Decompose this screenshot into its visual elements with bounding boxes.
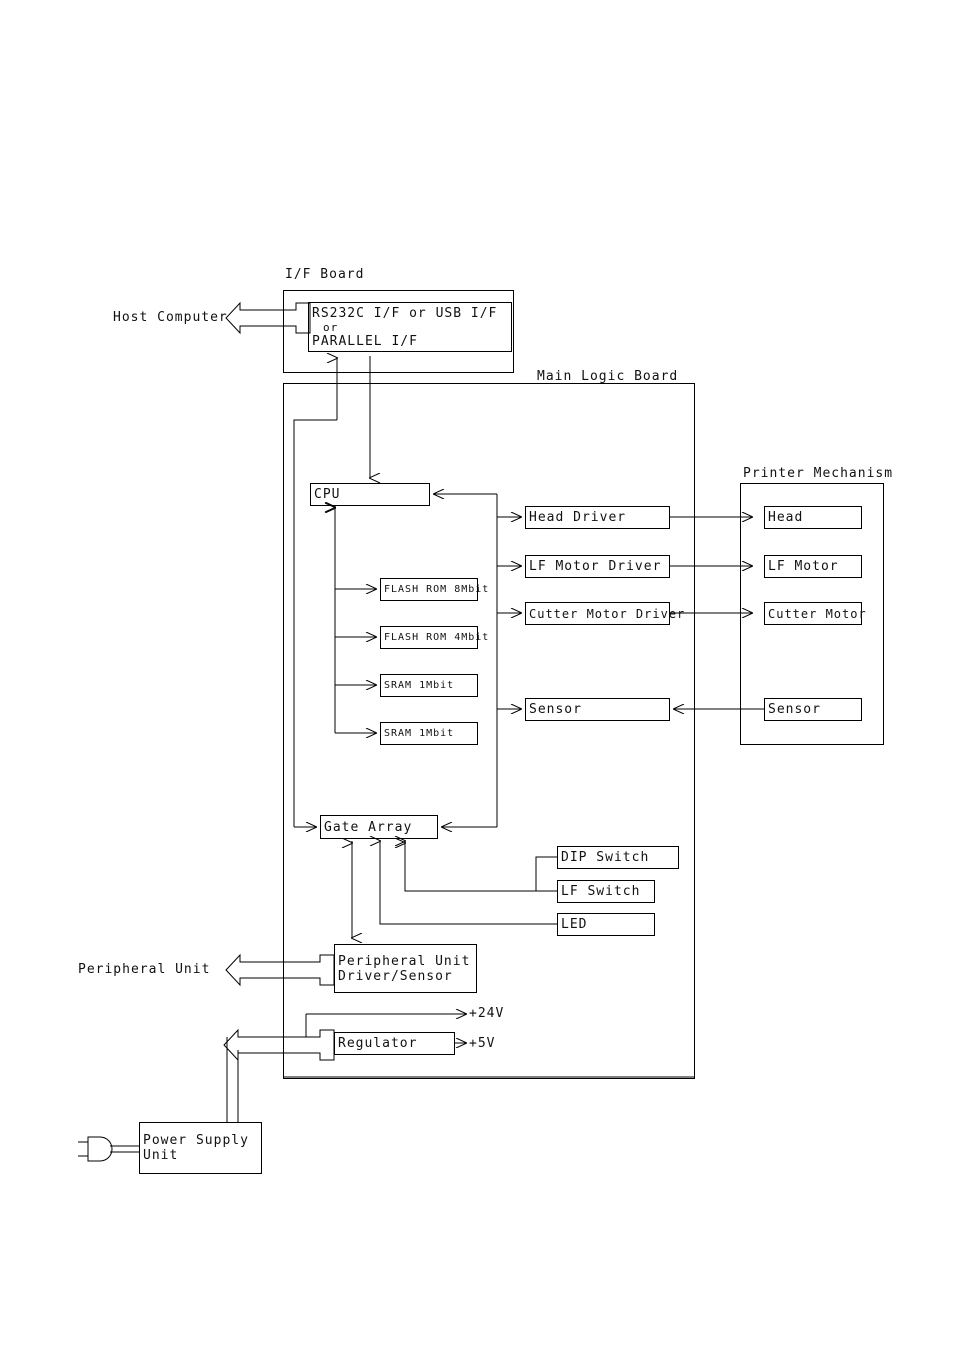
peripheral-driver-line-2: Driver/Sensor bbox=[338, 968, 453, 984]
if-board-label: I/F Board bbox=[285, 267, 365, 282]
driver-block-head[interactable]: Head Driver bbox=[525, 506, 670, 529]
cpu-block[interactable]: CPU bbox=[310, 483, 430, 506]
peripheral-unit-label: Peripheral Unit bbox=[78, 962, 211, 977]
main-logic-board-label: Main Logic Board bbox=[537, 369, 679, 384]
mechanism-block-lf-motor[interactable]: LF Motor bbox=[764, 555, 862, 578]
rail-24v-label: +24V bbox=[469, 1006, 505, 1021]
interface-line-2: or bbox=[323, 320, 339, 334]
sensor-label: Sensor bbox=[529, 702, 582, 717]
driver-label: LF Motor Driver bbox=[529, 559, 662, 574]
memory-block-flash8[interactable]: FLASH ROM 8Mbit bbox=[380, 578, 488, 601]
driver-block-lf-motor[interactable]: LF Motor Driver bbox=[525, 555, 670, 578]
memory-label: SRAM 1Mbit bbox=[384, 728, 455, 739]
driver-label: Head Driver bbox=[529, 510, 627, 525]
memory-block-sram2[interactable]: SRAM 1Mbit bbox=[380, 722, 478, 745]
sensor-interface-block[interactable]: Sensor bbox=[525, 698, 670, 721]
mechanism-block-head[interactable]: Head bbox=[764, 506, 862, 529]
dip-switch-block[interactable]: DIP Switch bbox=[557, 846, 679, 869]
mains-plug-icon bbox=[78, 1136, 113, 1162]
mechanism-label: Head bbox=[768, 510, 804, 525]
rail-5v-label: +5V bbox=[469, 1036, 496, 1051]
psu-line-1: Power Supply bbox=[143, 1133, 249, 1148]
peripheral-unit-driver-block[interactable]: Peripheral Unit Driver/Sensor bbox=[334, 944, 477, 993]
host-computer-label: Host Computer bbox=[113, 310, 228, 325]
memory-block-flash4[interactable]: FLASH ROM 4Mbit bbox=[380, 626, 488, 649]
mechanism-block-cutter-motor[interactable]: Cutter Motor bbox=[764, 602, 866, 625]
driver-label: Cutter Motor Driver bbox=[529, 606, 686, 621]
memory-label: FLASH ROM 4Mbit bbox=[384, 632, 490, 643]
mechanism-block-sensor[interactable]: Sensor bbox=[764, 698, 862, 721]
memory-label: FLASH ROM 8Mbit bbox=[384, 584, 490, 595]
mechanism-label: LF Motor bbox=[768, 559, 839, 574]
memory-block-sram1[interactable]: SRAM 1Mbit bbox=[380, 674, 478, 697]
block-diagram-canvas: I/F Board Main Logic Board Printer Mecha… bbox=[0, 0, 954, 1351]
interface-block[interactable]: RS232C I/F or USB I/F or PARALLEL I/F bbox=[308, 302, 512, 352]
led-block[interactable]: LED bbox=[557, 913, 655, 936]
memory-label: SRAM 1Mbit bbox=[384, 680, 455, 691]
printer-mechanism-label: Printer Mechanism bbox=[743, 466, 894, 481]
peripheral-driver-line-1: Peripheral Unit bbox=[338, 953, 471, 969]
driver-block-cutter-motor[interactable]: Cutter Motor Driver bbox=[525, 602, 684, 625]
lf-switch-block[interactable]: LF Switch bbox=[557, 880, 655, 903]
power-supply-unit-block[interactable]: Power Supply Unit bbox=[139, 1122, 262, 1174]
led-label: LED bbox=[561, 917, 588, 932]
mechanism-label: Sensor bbox=[768, 702, 821, 717]
cpu-label: CPU bbox=[314, 487, 341, 502]
gate-array-block[interactable]: Gate Array bbox=[320, 815, 438, 839]
gate-array-label: Gate Array bbox=[324, 819, 413, 835]
mechanism-label: Cutter Motor bbox=[768, 606, 867, 621]
regulator-block[interactable]: Regulator bbox=[334, 1032, 455, 1055]
dip-switch-label: DIP Switch bbox=[561, 850, 650, 865]
regulator-label: Regulator bbox=[338, 1036, 418, 1051]
lf-switch-label: LF Switch bbox=[561, 884, 641, 899]
interface-line-3: PARALLEL I/F bbox=[312, 333, 418, 349]
psu-line-2: Unit bbox=[143, 1148, 179, 1163]
interface-line-1: RS232C I/F or USB I/F bbox=[312, 305, 498, 321]
